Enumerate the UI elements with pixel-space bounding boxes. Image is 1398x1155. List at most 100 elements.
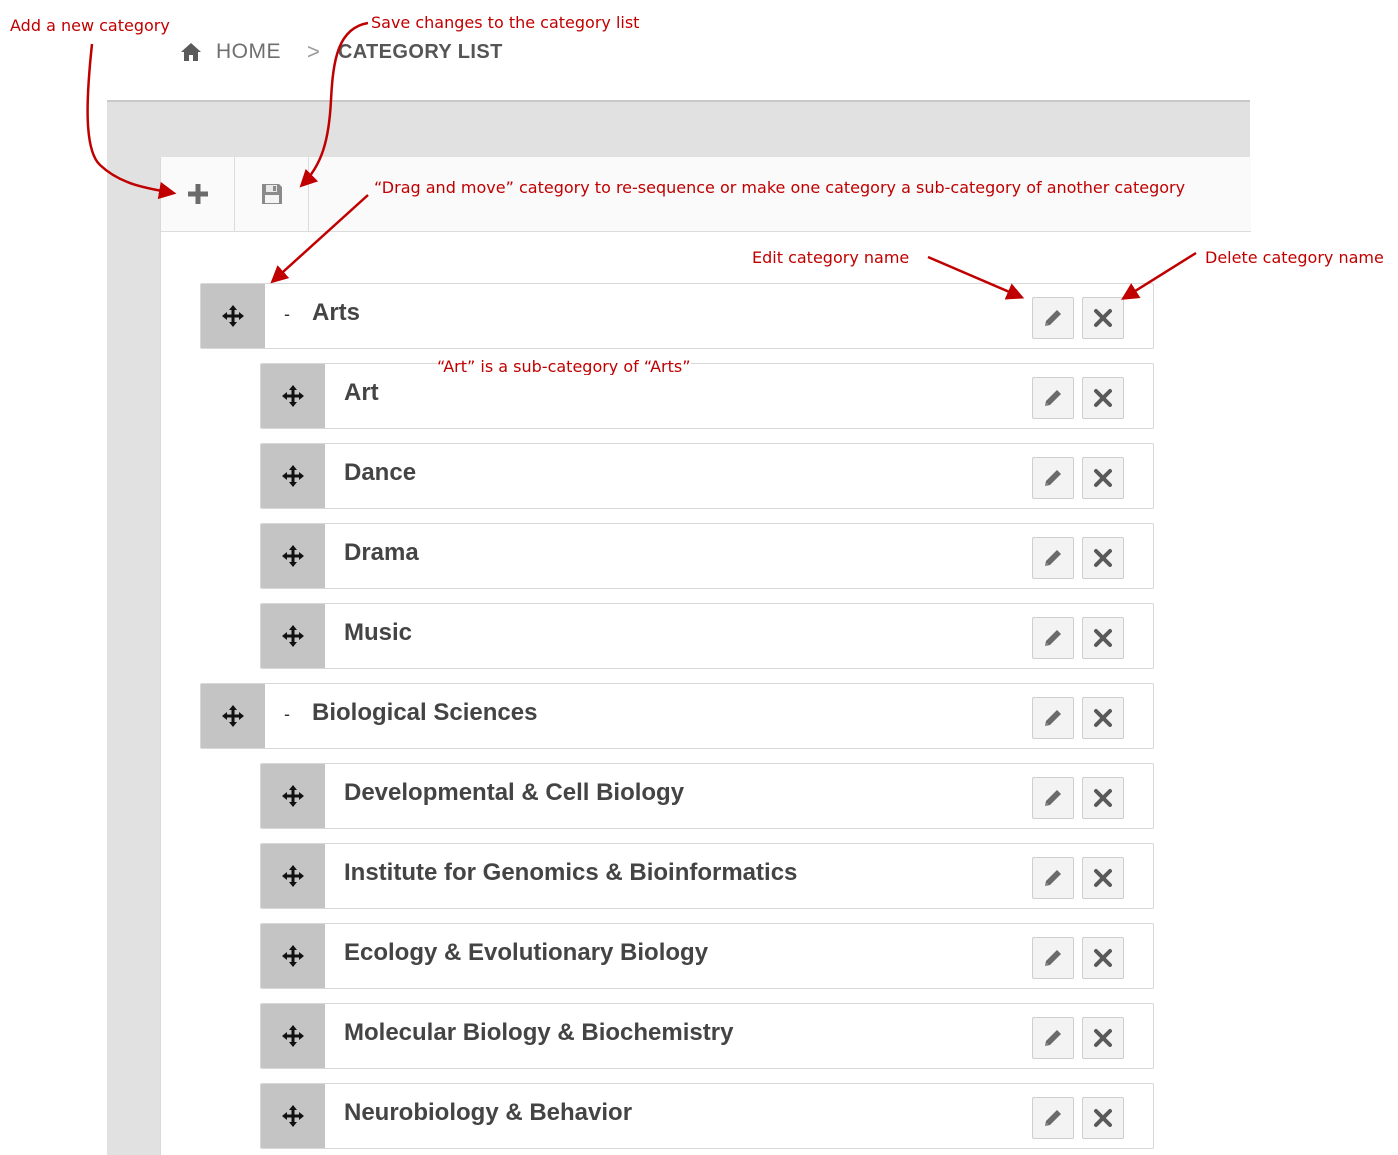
category-row-parent[interactable]: - Biological Sciences [200, 683, 1154, 749]
edit-button[interactable] [1032, 377, 1074, 419]
pencil-icon [1045, 710, 1061, 726]
move-icon [222, 705, 244, 727]
annotation-edit: Edit category name [752, 248, 910, 267]
delete-button[interactable] [1082, 1097, 1124, 1139]
category-name: Drama [344, 539, 419, 566]
delete-button[interactable] [1082, 777, 1124, 819]
category-name: Developmental & Cell Biology [344, 779, 685, 806]
category-row-child[interactable]: Developmental & Cell Biology [260, 763, 1154, 829]
delete-button[interactable] [1082, 617, 1124, 659]
move-icon [282, 1105, 304, 1127]
delete-button[interactable] [1082, 297, 1124, 339]
drag-handle[interactable] [261, 1084, 325, 1148]
plus-icon [187, 184, 208, 204]
drag-handle[interactable] [261, 524, 325, 588]
delete-button[interactable] [1082, 937, 1124, 979]
close-icon [1094, 869, 1112, 887]
drag-handle[interactable] [261, 444, 325, 508]
category-name: Institute for Genomics & Bioinformatics [344, 859, 798, 886]
category-name: Molecular Biology & Biochemistry [344, 1019, 734, 1046]
move-icon [282, 625, 304, 647]
drag-handle[interactable] [261, 604, 325, 668]
pencil-icon [1045, 790, 1061, 806]
drag-handle[interactable] [201, 684, 265, 748]
edit-button[interactable] [1032, 777, 1074, 819]
annotation-subcategory: “Art” is a sub-category of “Arts” [437, 357, 691, 375]
category-name: Ecology & Evolutionary Biology [344, 939, 709, 966]
category-row-child[interactable]: Molecular Biology & Biochemistry [260, 1003, 1154, 1069]
close-icon [1094, 309, 1112, 327]
category-name: Art [344, 379, 379, 406]
delete-button[interactable] [1082, 537, 1124, 579]
pencil-icon [1045, 470, 1061, 486]
category-row-child[interactable]: Music [260, 603, 1154, 669]
save-button[interactable] [235, 157, 309, 231]
edit-button[interactable] [1032, 297, 1074, 339]
category-name: Dance [344, 459, 417, 486]
annotation-delete: Delete category name [1205, 248, 1384, 267]
edit-button[interactable] [1032, 937, 1074, 979]
drag-handle[interactable] [261, 364, 325, 428]
pencil-icon [1045, 390, 1061, 406]
drag-handle[interactable] [201, 284, 265, 348]
move-icon [282, 465, 304, 487]
content-frame-left [107, 157, 160, 1155]
delete-button[interactable] [1082, 857, 1124, 899]
delete-button[interactable] [1082, 377, 1124, 419]
category-row-child[interactable]: Institute for Genomics & Bioinformatics [260, 843, 1154, 909]
move-icon [282, 545, 304, 567]
pencil-icon [1045, 1110, 1061, 1126]
category-row-child[interactable]: Ecology & Evolutionary Biology [260, 923, 1154, 989]
move-icon [282, 1025, 304, 1047]
move-icon [282, 945, 304, 967]
close-icon [1094, 389, 1112, 407]
edit-button[interactable] [1032, 697, 1074, 739]
category-row-child[interactable]: Neurobiology & Behavior [260, 1083, 1154, 1149]
edit-button[interactable] [1032, 537, 1074, 579]
pencil-icon [1045, 550, 1061, 566]
close-icon [1094, 709, 1112, 727]
annotation-drag: “Drag and move” category to re-sequence … [374, 178, 1186, 197]
category-row-child[interactable]: Art [260, 363, 1154, 429]
edit-button[interactable] [1032, 1097, 1074, 1139]
close-icon [1094, 1109, 1112, 1127]
drag-handle[interactable] [261, 764, 325, 828]
breadcrumb-separator: > [307, 39, 320, 64]
drag-handle[interactable] [261, 844, 325, 908]
edit-button[interactable] [1032, 457, 1074, 499]
content-frame-top [107, 100, 1250, 159]
category-row-child[interactable]: Dance [260, 443, 1154, 509]
delete-button[interactable] [1082, 1017, 1124, 1059]
drag-handle[interactable] [261, 924, 325, 988]
pencil-icon [1045, 310, 1061, 326]
close-icon [1094, 949, 1112, 967]
edit-button[interactable] [1032, 857, 1074, 899]
pencil-icon [1045, 950, 1061, 966]
drag-handle[interactable] [261, 1004, 325, 1068]
collapse-indicator[interactable]: - [284, 304, 290, 325]
move-icon [222, 305, 244, 327]
delete-button[interactable] [1082, 697, 1124, 739]
floppy-disk-icon [261, 184, 282, 204]
category-name: Biological Sciences [312, 699, 538, 726]
delete-button[interactable] [1082, 457, 1124, 499]
category-row-parent[interactable]: - Arts [200, 283, 1154, 349]
move-icon [282, 865, 304, 887]
edit-button[interactable] [1032, 1017, 1074, 1059]
category-row-child[interactable]: Drama [260, 523, 1154, 589]
move-icon [282, 385, 304, 407]
breadcrumb: HOME > CATEGORY LIST [180, 38, 503, 66]
collapse-indicator[interactable]: - [284, 704, 290, 725]
category-name: Arts [312, 299, 361, 326]
home-icon[interactable] [180, 41, 202, 63]
breadcrumb-home-link[interactable]: HOME [216, 40, 281, 64]
close-icon [1094, 789, 1112, 807]
annotation-add: Add a new category [10, 16, 170, 35]
close-icon [1094, 629, 1112, 647]
close-icon [1094, 549, 1112, 567]
add-category-button[interactable] [161, 157, 235, 231]
pencil-icon [1045, 1030, 1061, 1046]
edit-button[interactable] [1032, 617, 1074, 659]
pencil-icon [1045, 870, 1061, 886]
category-name: Music [344, 619, 413, 646]
